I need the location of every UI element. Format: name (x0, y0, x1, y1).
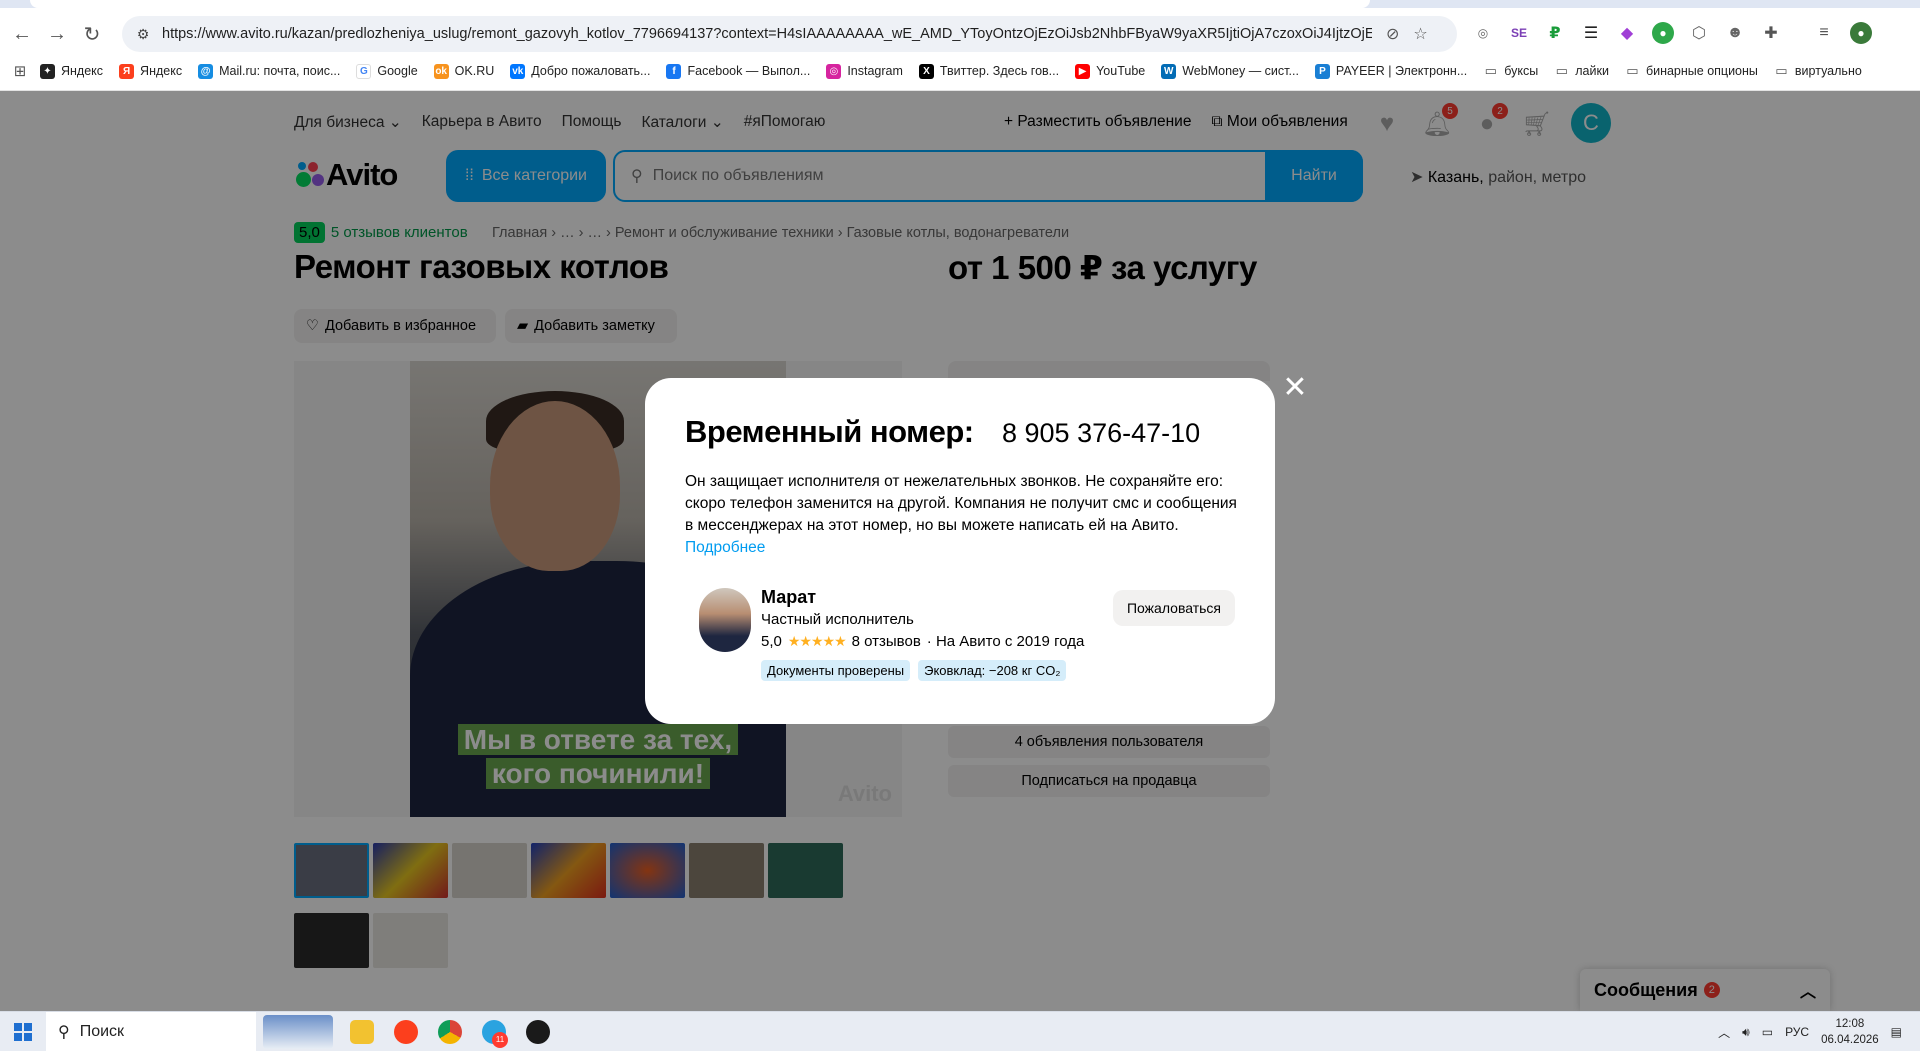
diamond-extension-icon[interactable]: ◆ (1616, 22, 1638, 44)
bookmark-payeer[interactable]: P PAYEER | Электронн... (1314, 63, 1467, 79)
bookmark-mailru[interactable]: @ Mail.ru: почта, поис... (198, 63, 340, 79)
bookmark-yandex-1[interactable]: ✦ Яндекс (40, 63, 103, 79)
file-explorer-icon[interactable] (340, 1012, 384, 1051)
folder-icon: ▭ (1484, 63, 1497, 78)
payeer-icon: P (1314, 63, 1330, 79)
eco-contribution-badge: Эковклад: −208 кг CO₂ (918, 660, 1067, 681)
youtube-icon: ▶ (1075, 63, 1091, 79)
ruble-extension-icon[interactable]: ₽ (1544, 22, 1566, 44)
volume-icon[interactable]: 🔊︎ (1742, 1025, 1750, 1040)
webmoney-icon: W (1161, 63, 1177, 79)
active-tab[interactable] (30, 0, 1370, 8)
site-info-icon[interactable]: ⚙ (128, 26, 158, 43)
bookmark-vk[interactable]: vk Добро пожаловать... (510, 63, 650, 79)
modal-description: Он защищает исполнителя от нежелательных… (685, 473, 1237, 556)
seller-role: Частный исполнитель (761, 611, 914, 628)
address-bar[interactable]: ⚙ https://www.avito.ru/kazan/predlozheni… (122, 16, 1457, 52)
bookmark-folder-options[interactable]: ▭ бинарные опционы (1625, 63, 1758, 79)
chrome-icon[interactable] (428, 1012, 472, 1051)
weather-widget[interactable] (256, 1012, 340, 1051)
apps-grid-icon[interactable]: ⊞ (0, 62, 40, 80)
bookmark-webmoney[interactable]: W WebMoney — сист... (1161, 63, 1299, 79)
more-link[interactable]: Подробнее (685, 539, 765, 556)
windows-taskbar: ⚲ Поиск 11 ︿ 🔊︎ ▭ РУС 12:08 06.04.2026 ▤ (0, 1011, 1920, 1051)
system-tray: ︿ 🔊︎ ▭ РУС 12:08 06.04.2026 ▤ (1718, 1012, 1920, 1051)
bookmark-star-icon[interactable]: ☆ (1413, 24, 1427, 44)
mailru-icon: @ (198, 63, 214, 79)
se-extension-icon[interactable]: SE (1508, 22, 1530, 44)
notifications-icon[interactable]: ▤ (1891, 1025, 1902, 1039)
x-icon: X (918, 63, 934, 79)
folder-icon: ▭ (1555, 63, 1568, 78)
puzzle-icon[interactable]: ✚ (1760, 22, 1782, 44)
forward-icon[interactable]: → (43, 20, 71, 48)
bookmark-facebook[interactable]: f Facebook — Выпол... (666, 63, 810, 79)
folder-icon: ▭ (1626, 63, 1639, 78)
bookmark-google[interactable]: G Google (356, 63, 418, 79)
bookmark-folder-buksy[interactable]: ▭ буксы (1483, 63, 1539, 79)
alien-extension-icon[interactable]: ☻ (1724, 22, 1746, 44)
ok-icon: ok (433, 63, 449, 79)
stars-icon: ★★★★★ (787, 633, 847, 649)
app-icon[interactable] (516, 1012, 560, 1051)
stack-extension-icon[interactable]: ☰ (1580, 22, 1602, 44)
taskbar-search[interactable]: ⚲ Поиск (46, 1011, 256, 1051)
folder-icon: ▭ (1775, 63, 1788, 78)
telegram-icon[interactable]: 11 (472, 1012, 516, 1051)
vk-icon: vk (510, 63, 526, 79)
bookmark-folder-virtual[interactable]: ▭ виртуально (1774, 63, 1862, 79)
translate-icon[interactable]: ◎ (1472, 22, 1494, 44)
seller-rating-row: 5,0 ★★★★★ 8 отзывов · На Авито с 2019 го… (761, 633, 1085, 650)
modal-title: Временный номер: (685, 414, 974, 449)
windows-start-icon[interactable] (0, 1012, 46, 1051)
search-icon: ⚲ (58, 1023, 70, 1041)
close-icon[interactable]: ✕ (1280, 373, 1310, 403)
yandex-logo-icon: Я (119, 63, 135, 79)
bookmark-ok[interactable]: ok OK.RU (433, 63, 494, 79)
clock[interactable]: 12:08 06.04.2026 (1821, 1016, 1879, 1048)
cube-extension-icon[interactable]: ⬡ (1688, 22, 1710, 44)
network-icon[interactable]: ▭ (1762, 1025, 1773, 1039)
profile-avatar-icon[interactable]: ● (1850, 22, 1872, 44)
seller-tags: Документы проверены Эковклад: −208 кг CO… (761, 660, 1067, 681)
instagram-icon: ◎ (826, 63, 842, 79)
language-indicator[interactable]: РУС (1785, 1025, 1809, 1039)
seller-reviews-link[interactable]: 8 отзывов (852, 633, 921, 650)
yandex-icon: ✦ (40, 63, 55, 79)
tab-strip (0, 0, 1920, 8)
report-button[interactable]: Пожаловаться (1113, 590, 1235, 626)
yandex-browser-icon[interactable] (384, 1012, 428, 1051)
google-icon: G (356, 63, 372, 79)
chevron-up-icon[interactable]: ︿ (1718, 1024, 1730, 1041)
seller-avatar[interactable] (699, 588, 751, 652)
bookmark-twitter[interactable]: X Твиттер. Здесь гов... (918, 63, 1059, 79)
temporary-number-modal: Временный номер: 8 905 376-47-10 Он защи… (645, 378, 1275, 724)
seller-name[interactable]: Марат (761, 587, 816, 608)
bookmark-instagram[interactable]: ◎ Instagram (826, 63, 903, 79)
bookmark-yandex-2[interactable]: Я Яндекс (119, 63, 182, 79)
documents-verified-badge: Документы проверены (761, 660, 911, 681)
eye-off-icon[interactable]: ⊘ (1386, 24, 1399, 44)
green-extension-icon[interactable]: ● (1652, 22, 1674, 44)
url-text[interactable]: https://www.avito.ru/kazan/predlozheniya… (162, 26, 1372, 42)
back-icon[interactable]: ← (8, 20, 36, 48)
bookmarks-bar: ⊞ ✦ Яндекс Я Яндекс @ Mail.ru: почта, поис.… (0, 58, 1920, 84)
media-list-icon[interactable]: ≡ (1813, 22, 1835, 44)
reload-icon[interactable]: ↻ (78, 20, 106, 48)
browser-chrome: ← → ↻ ⚙ https://www.avito.ru/kazan/predl… (0, 0, 1920, 91)
phone-number[interactable]: 8 905 376-47-10 (1002, 418, 1200, 449)
facebook-icon: f (666, 63, 682, 79)
bookmark-folder-laiki[interactable]: ▭ лайки (1554, 63, 1609, 79)
bookmark-youtube[interactable]: ▶ YouTube (1075, 63, 1145, 79)
